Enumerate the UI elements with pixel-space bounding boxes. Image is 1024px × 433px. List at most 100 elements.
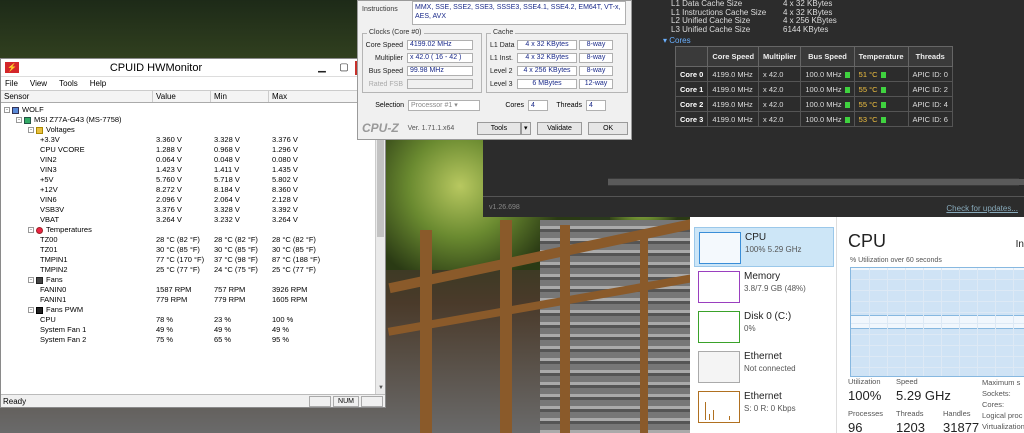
sensor-name-cell: - MSI Z77A-G43 (MS-7758) [1,115,153,125]
cpu-utilization-graph [850,267,1024,377]
maximize-icon[interactable]: ▢ [333,61,355,75]
sensor-row[interactable]: VIN2 0.064 V 0.048 V 0.080 V [1,155,375,165]
gridline [851,356,1024,357]
sensor-row[interactable]: System Fan 2 75 % 65 % 95 % [1,335,375,345]
clock-label: Rated FSB [368,80,403,88]
tools-button[interactable]: Tools [477,121,521,135]
sensor-min: 0.048 V [214,155,240,164]
clock-row: Rated FSB [363,78,481,90]
speed-label: Speed [896,377,918,386]
sensor-row[interactable]: CPU VCORE 1.288 V 0.968 V 1.296 V [1,145,375,155]
sensor-row[interactable]: System Fan 1 49 % 49 % 49 % [1,325,375,335]
graph-spike [713,410,714,420]
resource-item-eth2[interactable]: Ethernet S: 0 R: 0 Kbps [694,387,834,427]
hwmonitor-logo-icon: ⚡ [5,62,19,73]
hwmonitor-titlebar[interactable]: ⚡ CPUID HWMonitor ▁ ▢ ✕ [1,59,385,77]
sensor-row[interactable]: +5V 5.760 V 5.718 V 5.802 V [1,175,375,185]
sensor-tree[interactable]: - WOLF - MSI Z77A-G43 (MS-7758) - Voltages +3.… [1,105,375,395]
menu-view[interactable]: View [30,79,47,88]
column-min[interactable]: Min [211,91,269,102]
processor-select[interactable]: Processor #1 ▾ [408,99,480,111]
sensor-value: 1.288 V [156,145,182,154]
ok-button[interactable]: OK [588,121,629,135]
handles-value: 31877 [943,420,980,433]
vertical-scrollbar[interactable]: ▲ ▼ [375,105,385,395]
collapse-toggle-icon[interactable]: - [4,107,10,113]
resource-title: Ethernet [744,391,782,402]
sensor-row[interactable]: - MSI Z77A-G43 (MS-7758) [1,115,375,125]
resource-sidebar: CPU 100% 5.29 GHz Memory 3.8/7.9 GB (48%) Di… [690,217,837,433]
sensor-row[interactable]: +3.3V 3.360 V 3.328 V 3.376 V [1,135,375,145]
collapse-toggle-icon[interactable]: - [28,277,34,283]
core-bus-speed: 100.0 MHz [800,66,855,82]
sensor-row[interactable]: FANIN1 779 RPM 779 RPM 1605 RPM [1,295,375,305]
cpuz-version: Ver. 1.71.1.x64 [407,124,455,132]
sensor-row[interactable]: VSB3V 3.376 V 3.328 V 3.392 V [1,205,375,215]
sensor-row[interactable]: - Voltages [1,125,375,135]
menu-tools[interactable]: Tools [59,79,78,88]
sensor-value [153,115,211,125]
sensor-name: System Fan 1 [40,325,87,334]
minimize-icon[interactable]: ▁ [311,61,333,75]
motherboard-icon [24,116,31,124]
resource-item-eth1[interactable]: Ethernet Not connected [694,347,834,387]
collapse-toggle-icon[interactable]: - [28,127,34,133]
sensor-row[interactable]: VBAT 3.264 V 3.232 V 3.264 V [1,215,375,225]
sensor-name: System Fan 2 [40,335,87,344]
sensor-row[interactable]: - WOLF [1,105,375,115]
collapse-toggle-icon[interactable]: - [28,307,34,313]
menu-file[interactable]: File [5,79,18,88]
status-indicator-icon [880,86,886,93]
validate-button[interactable]: Validate [536,121,583,135]
sensor-row[interactable]: TZ01 30 °C (85 °F) 30 °C (85 °F) 30 °C (85 … [1,245,375,255]
sensor-max [269,275,375,285]
sensor-row[interactable]: TMPIN2 25 °C (77 °F) 24 °C (75 °F) 25 °C (7… [1,265,375,275]
sensor-max: 0.080 V [272,155,298,164]
sensor-row[interactable]: +12V 8.272 V 8.184 V 8.360 V [1,185,375,195]
sensor-row[interactable]: FANIN0 1587 RPM 757 RPM 3926 RPM [1,285,375,295]
horizontal-scrollbar[interactable] [608,178,1024,186]
column-value[interactable]: Value [153,91,211,102]
sensor-row[interactable]: CPU 78 % 23 % 100 % [1,315,375,325]
resource-item-disk[interactable]: Disk 0 (C:) 0% [694,307,834,347]
cores-expander[interactable]: ▾ Cores [663,36,691,45]
collapse-toggle-icon[interactable]: - [16,117,22,123]
cache-level-label: Level 2 [490,67,513,75]
status-indicator-icon [880,116,886,123]
resource-item-cpu[interactable]: CPU 100% 5.29 GHz [694,227,834,267]
processes-value: 96 [848,420,863,433]
sensor-row[interactable]: VIN6 2.096 V 2.064 V 2.128 V [1,195,375,205]
sensor-min [211,275,269,285]
sensor-min: 37 °C (98 °F) [214,255,258,264]
sensor-min: 8.184 V [214,185,240,194]
collapse-toggle-icon[interactable]: - [28,227,34,233]
check-updates-link[interactable]: Check for updates... [946,204,1018,213]
sensor-min: 0.968 V [214,145,240,154]
clock-value [407,79,473,89]
scrollbar-thumb[interactable] [608,179,1024,185]
core-row: Core 1 4199.0 MHz x 42.0 100.0 MHz 55 °C APIC… [674,81,953,97]
sensor-name: TMPIN2 [40,265,68,274]
tools-dropdown-icon[interactable]: ▾ [520,121,531,135]
sensor-row[interactable]: - Fans [1,275,375,285]
clock-value: x 42.0 ( 16 - 42 ) [407,53,473,63]
threads-value: 4 [586,99,606,111]
status-text: Ready [3,396,27,406]
cache-line: L3 Unified Cache Size 6144 KBytes [671,24,829,34]
status-indicator-icon [844,71,850,78]
clock-row: Bus Speed 99.98 MHz [363,65,481,77]
window-title: CPUID HWMonitor [109,61,203,74]
column-sensor[interactable]: Sensor [1,91,153,102]
gridline [1013,268,1014,376]
sensor-row[interactable]: - Temperatures [1,225,375,235]
menu-help[interactable]: Help [90,79,106,88]
cache-size: 4 x 256 KBytes [517,66,577,76]
sensor-row[interactable]: - Fans PWM [1,305,375,315]
resource-item-mem[interactable]: Memory 3.8/7.9 GB (48%) [694,267,834,307]
sensor-row[interactable]: TZ00 28 °C (82 °F) 28 °C (82 °F) 28 °C (82 … [1,235,375,245]
sensor-row[interactable]: VIN3 1.423 V 1.411 V 1.435 V [1,165,375,175]
menubar: File View Tools Help [1,77,385,91]
sensor-name-cell: TMPIN2 [1,265,153,275]
core-name: Core 1 [674,81,709,97]
sensor-row[interactable]: TMPIN1 77 °C (170 °F) 37 °C (98 °F) 87 °C (… [1,255,375,265]
